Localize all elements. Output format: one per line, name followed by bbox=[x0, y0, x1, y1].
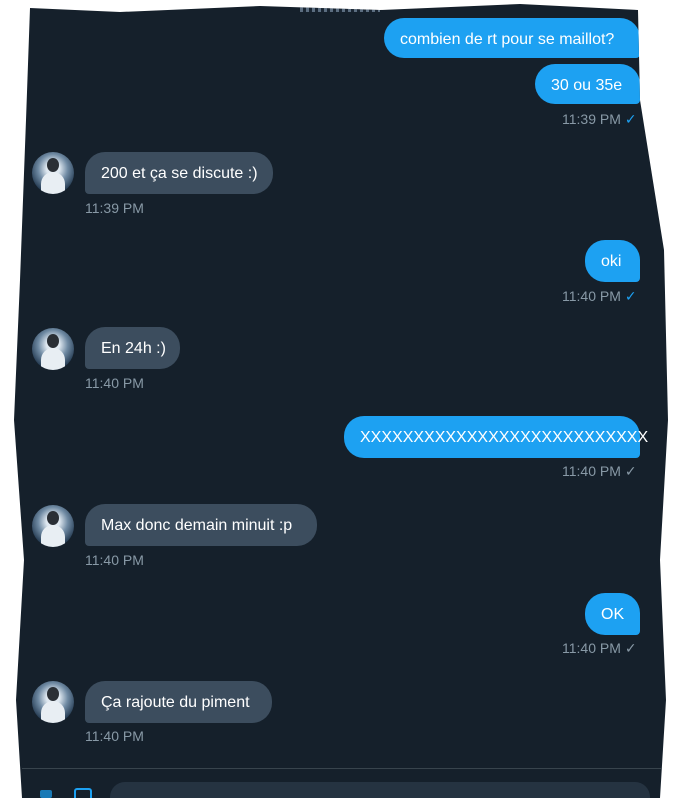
message-bubble-outgoing[interactable]: XXXXXXXXXXXXXXXXXXXXXXXXXXX bbox=[344, 416, 648, 458]
message-timestamp: 11:40 PM bbox=[85, 552, 144, 568]
contact-avatar[interactable] bbox=[32, 505, 74, 547]
sent-check-icon: ✓ bbox=[624, 640, 637, 656]
message-bubble-incoming[interactable]: En 24h :) bbox=[85, 327, 180, 369]
message-timestamp: 11:40 PM ✓ bbox=[562, 463, 637, 479]
message-bubble-incoming[interactable]: 200 et ça se discute :) bbox=[85, 152, 273, 194]
read-check-icon: ✓ bbox=[624, 288, 637, 304]
message-bubble-outgoing[interactable]: 30 ou 35e bbox=[535, 64, 640, 104]
message-bubble-incoming[interactable]: Max donc demain minuit :p bbox=[85, 504, 317, 546]
message-timestamp: 11:40 PM bbox=[85, 728, 144, 744]
message-bubble-outgoing[interactable]: OK bbox=[585, 593, 640, 635]
gif-icon[interactable] bbox=[40, 790, 52, 798]
media-icon[interactable] bbox=[74, 788, 92, 798]
message-timestamp: 11:40 PM ✓ bbox=[562, 640, 637, 656]
read-check-icon: ✓ bbox=[624, 111, 637, 127]
contact-avatar[interactable] bbox=[32, 328, 74, 370]
message-timestamp: 11:40 PM ✓ bbox=[562, 288, 637, 304]
message-timestamp: 11:40 PM bbox=[85, 375, 144, 391]
message-bubble-incoming[interactable]: Ça rajoute du piment bbox=[85, 681, 272, 723]
message-timestamp: 11:39 PM bbox=[85, 200, 144, 216]
contact-avatar[interactable] bbox=[32, 681, 74, 723]
top-bar-remnant bbox=[300, 4, 380, 12]
message-bubble-outgoing[interactable]: combien de rt pour se maillot? bbox=[384, 18, 640, 58]
conversation-panel: combien de rt pour se maillot? 30 ou 35e… bbox=[14, 4, 668, 798]
message-timestamp: 11:39 PM ✓ bbox=[562, 111, 637, 127]
message-bubble-outgoing[interactable]: oki bbox=[585, 240, 640, 282]
composer-divider bbox=[22, 768, 662, 769]
message-compose-input[interactable] bbox=[110, 782, 650, 798]
contact-avatar[interactable] bbox=[32, 152, 74, 194]
sent-check-icon: ✓ bbox=[624, 463, 637, 479]
